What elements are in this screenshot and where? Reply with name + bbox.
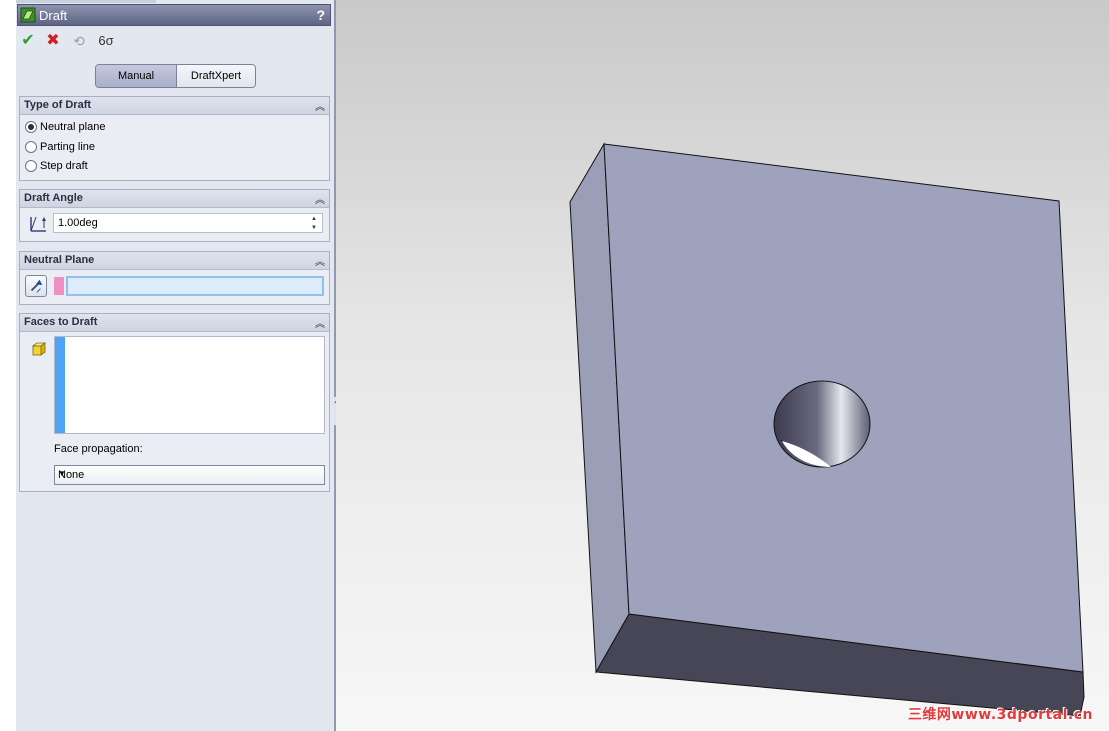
draftxpert-mode-button[interactable]: DraftXpert [177, 65, 255, 87]
draft-feature-icon [20, 7, 36, 23]
face-propagation-label: Face propagation: [54, 443, 143, 455]
left-strip [0, 0, 16, 731]
watermark-text: 三维网www.3dportal.cn [907, 707, 1093, 723]
part-model-3d[interactable] [336, 0, 1109, 731]
undo-icon[interactable]: ⟲ [70, 32, 88, 50]
model-hole[interactable] [773, 380, 871, 468]
radio-parting-line[interactable]: Parting line [25, 139, 95, 155]
draft-angle-icon [30, 216, 46, 232]
reverse-direction-button[interactable] [25, 275, 47, 297]
selection-color-swatch [54, 277, 64, 295]
group-title: Draft Angle [24, 192, 83, 204]
detailed-preview-icon[interactable]: 6σ [97, 32, 115, 50]
selection-color-bar [55, 337, 65, 433]
help-icon[interactable]: ? [316, 7, 325, 23]
draft-angle-input[interactable] [56, 215, 306, 231]
type-of-draft-header[interactable]: Type of Draft ︽ [20, 97, 329, 115]
property-manager-titlebar: Draft ? [17, 4, 331, 26]
dropdown-arrow-icon[interactable]: ▼ [58, 469, 320, 478]
graphics-viewport[interactable]: 三维网www.3dportal.cn [336, 0, 1109, 731]
faces-selection-list[interactable] [54, 336, 325, 434]
cancel-x-icon[interactable]: ✖ [44, 32, 62, 50]
neutral-plane-header[interactable]: Neutral Plane ︽ [20, 252, 329, 270]
draft-mode-toggle: Manual DraftXpert [95, 64, 256, 88]
radio-label: Parting line [40, 141, 96, 153]
spin-up-arrow-icon[interactable]: ▲ [307, 215, 321, 223]
manual-mode-button[interactable]: Manual [96, 65, 177, 87]
group-title: Neutral Plane [24, 254, 95, 266]
radio-neutral-plane[interactable]: Neutral plane [25, 119, 105, 135]
group-title: Type of Draft [24, 99, 92, 111]
draft-angle-header[interactable]: Draft Angle ︽ [20, 190, 329, 208]
collapse-chevron-icon[interactable]: ︽ [315, 191, 325, 206]
collapse-chevron-icon[interactable]: ︽ [315, 98, 325, 113]
collapse-chevron-icon[interactable]: ︽ [315, 253, 325, 268]
reverse-direction-icon [30, 279, 43, 293]
manager-tabs-edge[interactable] [16, 0, 156, 3]
faces-to-draft-header[interactable]: Faces to Draft ︽ [20, 314, 329, 332]
neutral-plane-selection-box[interactable] [66, 276, 324, 296]
type-of-draft-group: Type of Draft ︽ Neutral plane Parting li… [19, 96, 330, 181]
radio-button-selected[interactable] [25, 121, 37, 134]
radio-step-draft[interactable]: Step draft [25, 158, 88, 174]
face-propagation-dropdown[interactable]: None ▼ [54, 465, 325, 485]
faces-to-draft-group: Faces to Draft ︽ Face propagation: None … [19, 313, 330, 492]
collapse-chevron-icon[interactable]: ︽ [315, 315, 325, 330]
title-text: Draft [39, 8, 68, 23]
spin-down-arrow-icon[interactable]: ▼ [307, 224, 321, 232]
face-cube-icon [31, 342, 47, 356]
radio-label: Neutral plane [40, 121, 106, 133]
draft-angle-group: Draft Angle ︽ ▲ ▼ [19, 189, 330, 242]
group-title: Faces to Draft [24, 316, 98, 328]
radio-button[interactable] [25, 160, 37, 173]
radio-label: Step draft [40, 160, 88, 172]
neutral-plane-group: Neutral Plane ︽ [19, 251, 330, 305]
draft-angle-field: ▲ ▼ [53, 213, 323, 233]
ok-checkmark-icon[interactable]: ✔ [19, 32, 37, 50]
radio-button[interactable] [25, 141, 37, 154]
